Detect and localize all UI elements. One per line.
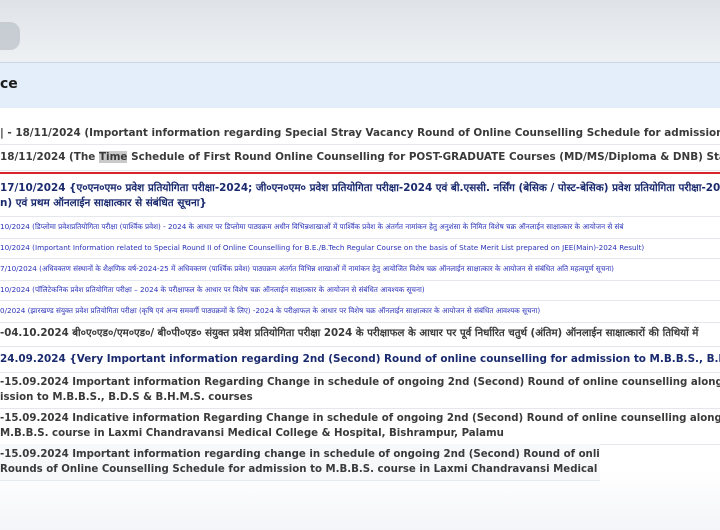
notice-link[interactable]: | - 18/11/2024 (Important information re… (0, 122, 720, 144)
notice-link[interactable]: -15.09.2024 Indicative information Regar… (0, 408, 720, 426)
notice-item[interactable]: 18/11/2024 (The Time Schedule of First R… (0, 144, 720, 171)
notice-link[interactable]: 24.09.2024 {Very Important information r… (0, 346, 720, 372)
bottom-fade (0, 470, 720, 530)
notice-link[interactable]: 7/10/2024 (अधिवक्तण संस्थानों के शैक्षणि… (0, 258, 720, 280)
notice-item[interactable]: 0/2024 (झारखण्ड संयुक्त प्रवेश प्रतियोगि… (0, 300, 720, 323)
notice-header: ce (0, 62, 720, 110)
notice-link-continued[interactable]: M.B.B.S. course in Laxmi Chandravansi Me… (0, 426, 720, 441)
notice-title: ce (0, 76, 18, 92)
notice-item[interactable]: 7/10/2024 (अधिवक्तण संस्थानों के शैक्षणि… (0, 258, 720, 281)
notice-link-continued[interactable]: ission to M.B.B.S., B.D.S & B.H.M.S. cou… (0, 390, 720, 405)
notice-link[interactable]: -15.09.2024 Important information Regard… (0, 372, 720, 390)
notice-item[interactable]: 10/2024 (पॉलिटेकनिक प्रवेश प्रतियोगिता प… (0, 280, 720, 301)
notice-item[interactable]: 10/2024 (Important Information related t… (0, 238, 720, 259)
notice-link[interactable]: 17/10/2024 {ए०एन०एम० प्रवेश प्रतियोगिता … (0, 178, 720, 196)
notice-item[interactable]: -15.09.2024 Important information Regard… (0, 372, 720, 409)
notice-item[interactable]: 24.09.2024 {Very Important information r… (0, 346, 720, 373)
notice-link[interactable]: -04.10.2024 बी०ए०एड०/एम०एड०/ बी०पी०एड० स… (0, 322, 720, 346)
notice-link[interactable]: 0/2024 (झारखण्ड संयुक्त प्रवेश प्रतियोगि… (0, 300, 720, 322)
red-divider (0, 172, 720, 174)
notice-item[interactable]: | - 18/11/2024 (Important information re… (0, 122, 720, 145)
notice-item[interactable]: 10/2024 (डिप्लोमा प्रवेशप्रतियोगिता परीक… (0, 216, 720, 239)
notice-link[interactable]: 10/2024 (डिप्लोमा प्रवेशप्रतियोगिता परीक… (0, 216, 720, 238)
notice-link[interactable]: 10/2024 (पॉलिटेकनिक प्रवेश प्रतियोगिता प… (0, 280, 720, 300)
browser-top-area (0, 0, 720, 62)
notice-link-continued[interactable]: n) एवं प्रथम ऑनलाईन साक्षात्कार से संबंध… (0, 196, 720, 211)
notice-link[interactable]: 10/2024 (Important Information related t… (0, 238, 720, 258)
search-highlight: Time (98, 151, 128, 163)
notice-item[interactable]: -04.10.2024 बी०ए०एड०/एम०एड०/ बी०पी०एड० स… (0, 322, 720, 347)
notice-item[interactable]: 17/10/2024 {ए०एन०एम० प्रवेश प्रतियोगिता … (0, 178, 720, 217)
notice-list: | - 18/11/2024 (Important information re… (0, 108, 720, 530)
notice-link[interactable]: 18/11/2024 (The Time Schedule of First R… (0, 144, 720, 170)
blurred-logo (0, 22, 20, 50)
notice-link[interactable]: -15.09.2024 Important information regard… (0, 444, 600, 462)
notice-item[interactable]: -15.09.2024 Indicative information Regar… (0, 408, 720, 445)
